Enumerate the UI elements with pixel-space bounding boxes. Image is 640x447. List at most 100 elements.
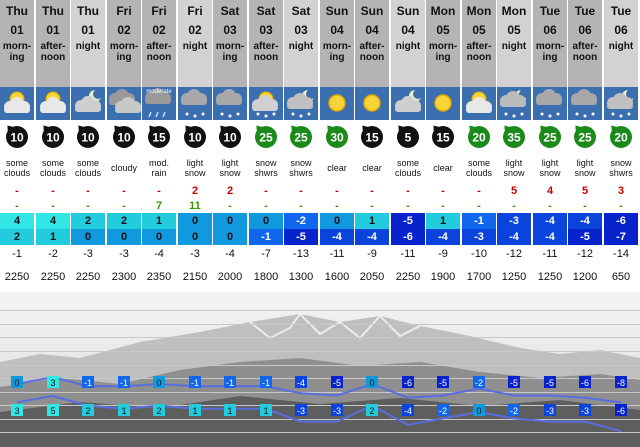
day-label: Thu	[41, 4, 64, 18]
wind-arrow-icon: 10	[36, 120, 70, 154]
upper-point-label: 0	[369, 378, 374, 388]
forecast-column: Thu 01 after- noon 10 some clouds - -4 1 -2 2250	[36, 0, 70, 292]
column-divider	[496, 0, 497, 292]
upper-point-label: -1	[226, 378, 234, 388]
rain-amount: -	[355, 182, 389, 199]
chill-temperature: -7	[249, 245, 283, 262]
forecast-column: Tue 06 after- noon 25 light snow 5- -4 -5 -12 120…	[568, 0, 602, 292]
snow-amount: -	[568, 199, 602, 213]
upper-point-label: 0	[14, 378, 19, 388]
wind-arrow-icon: 25	[284, 120, 318, 154]
lower-point-label: 1	[263, 406, 268, 416]
forecast-column: Sat 03 night 25 snow shwrs - - -2 -5 -13 1300	[284, 0, 318, 292]
light-snow-icon	[213, 87, 247, 120]
period-label: night	[288, 41, 314, 52]
day-label: Fri	[151, 4, 167, 18]
forecast-column: Tue 06 night 20 snow shwrs 3- -6 -7 -14 650	[604, 0, 638, 292]
lower-point-label: -6	[617, 406, 625, 416]
period-label: morn- ing	[109, 41, 139, 63]
freezing-level: 2050	[355, 262, 389, 292]
period-label: after- noon	[146, 41, 172, 63]
min-temperature: -6	[391, 229, 425, 245]
freezing-level: 2250	[71, 262, 105, 292]
rain-amount: -	[391, 182, 425, 199]
column-header: Sun 04 morn- ing	[320, 0, 354, 87]
weather-description: light snow	[178, 154, 212, 182]
forecast-column: Mon 05 after- noon 20 some clouds - - -1 -3 -10 17…	[462, 0, 496, 292]
lower-point-label: 2	[85, 406, 90, 416]
upper-point-label: 0	[156, 378, 161, 388]
lower-point-label: 2	[156, 406, 161, 416]
chill-temperature: -10	[462, 245, 496, 262]
column-header: Sun 04 after- noon	[355, 0, 389, 87]
forecast-column: Fri 02 morn- ing 10 cloudy - -2 0 -3 2300	[107, 0, 141, 292]
forecast-table: 0 3 -1 -1 0 -1 -1 -1 -4 -5 0 -6 -5 -2 -5 -5 -6 -8 3 5 2 1 2 1 1 1…	[0, 0, 640, 447]
lower-point-label: -3	[333, 406, 341, 416]
date-label: 05	[507, 23, 521, 37]
snow-amount: -	[462, 199, 496, 213]
freezing-level: 1600	[320, 262, 354, 292]
lower-point-label: -3	[581, 406, 589, 416]
max-temperature: 2	[107, 213, 141, 229]
freezing-level: 2350	[142, 262, 176, 292]
freezing-level: 1250	[497, 262, 531, 292]
day-label: Sat	[256, 4, 276, 18]
wind-arrow-icon: 25	[568, 120, 602, 154]
upper-point-label: -1	[262, 378, 270, 388]
day-label: Fri	[187, 4, 203, 18]
wind-arrow-icon: 10	[178, 120, 212, 154]
day-label: Tue	[539, 4, 561, 18]
date-label: 06	[543, 23, 557, 37]
upper-point-label: -5	[546, 378, 554, 388]
day-label: Tue	[610, 4, 632, 18]
lower-point-label: 1	[121, 406, 126, 416]
chill-temperature: -3	[71, 245, 105, 262]
wind-arrow-icon: 25	[249, 120, 283, 154]
weather-description: snow shwrs	[604, 154, 638, 182]
chill-temperature: -14	[604, 245, 638, 262]
chill-temperature: -4	[213, 245, 247, 262]
column-divider	[425, 0, 426, 292]
chill-temperature: -13	[284, 245, 318, 262]
freezing-level: 1700	[462, 262, 496, 292]
column-divider	[354, 0, 355, 292]
min-temperature: -4	[497, 229, 531, 245]
period-label: night	[395, 41, 421, 52]
column-header: Sat 03 after- noon	[249, 0, 283, 87]
weather-description: snow shwrs	[249, 154, 283, 182]
column-divider	[532, 0, 533, 292]
lower-point-label: -3	[297, 406, 305, 416]
clear-sun-icon	[320, 87, 354, 120]
wind-arrow-icon: 20	[604, 120, 638, 154]
column-divider	[461, 0, 462, 292]
wind-speed: 10	[223, 131, 237, 145]
lower-point-label: 1	[192, 406, 197, 416]
weather-description: some clouds	[0, 154, 34, 182]
upper-point-label: -6	[404, 378, 412, 388]
forecast-column: Sun 04 after- noon 15 clear - -1 -4 -9 2050	[355, 0, 389, 292]
max-temperature: 4	[36, 213, 70, 229]
column-divider	[141, 0, 142, 292]
chill-temperature: -12	[497, 245, 531, 262]
wind-arrow-icon: 25	[533, 120, 567, 154]
column-header: Mon 05 after- noon	[462, 0, 496, 87]
freezing-level: 1200	[568, 262, 602, 292]
rain-amount: -	[71, 182, 105, 199]
weather-description: light snow	[497, 154, 531, 182]
freezing-level: 1800	[249, 262, 283, 292]
freezing-level: 1300	[284, 262, 318, 292]
lower-point-label: -4	[404, 406, 412, 416]
wind-speed: 10	[188, 131, 202, 145]
min-temperature: 2	[0, 229, 34, 245]
wind-speed: 15	[436, 131, 450, 145]
wind-speed: 10	[10, 131, 24, 145]
min-temperature: 0	[71, 229, 105, 245]
max-temperature: 0	[249, 213, 283, 229]
upper-point-label: -5	[510, 378, 518, 388]
freezing-level: 2150	[178, 262, 212, 292]
forecast-column: Sat 03 after- noon 25 snow shwrs - -0 -1 -7 1800	[249, 0, 283, 292]
some-clouds-night-icon	[391, 87, 425, 120]
upper-temperature-line	[16, 376, 622, 404]
freezing-level: 2000	[213, 262, 247, 292]
date-label: 05	[472, 23, 486, 37]
